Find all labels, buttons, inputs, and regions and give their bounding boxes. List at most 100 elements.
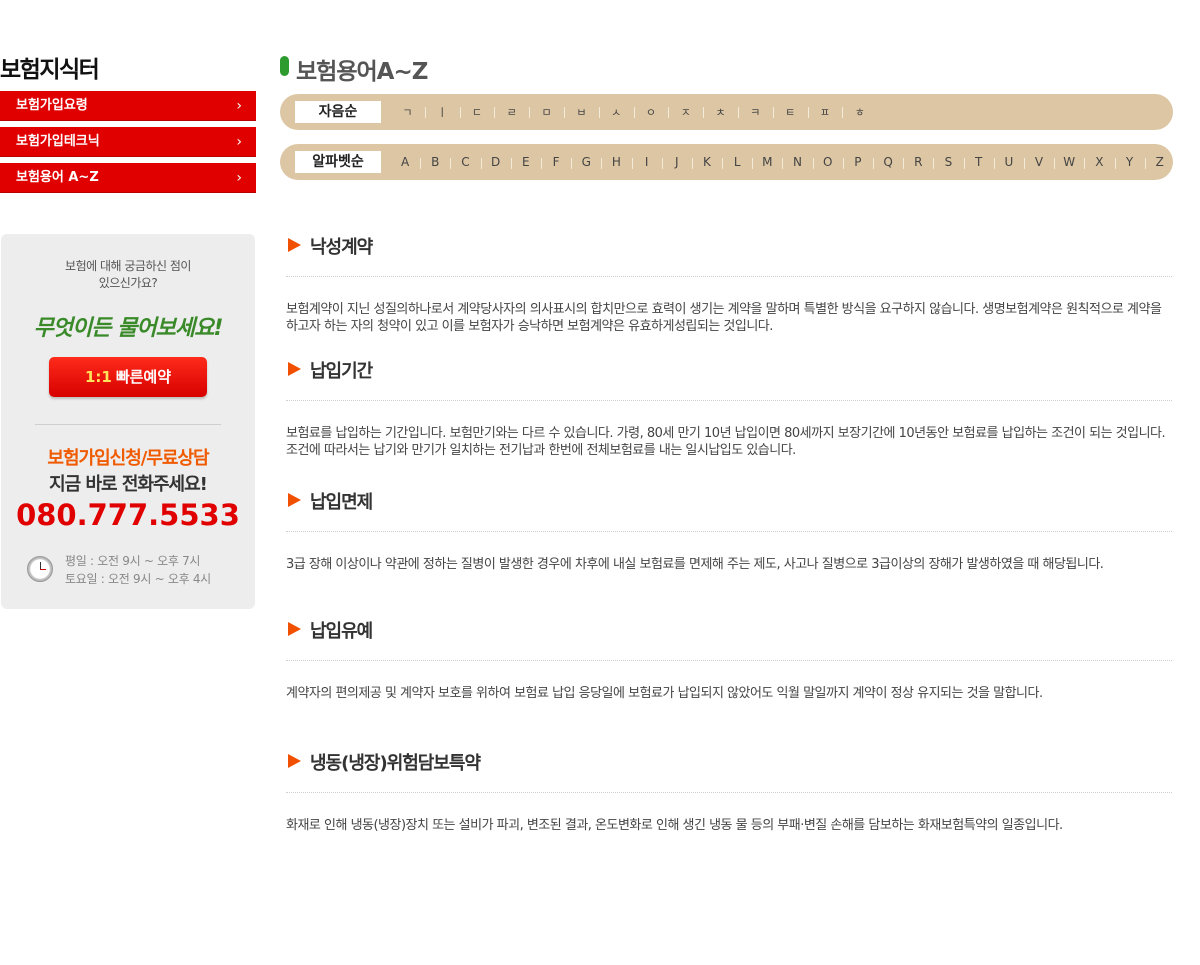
term-description: 계약자의 편의제공 및 계약자 보호를 위하여 보험료 납입 응당일에 보험료가… xyxy=(286,686,1043,701)
alphabet-index-link[interactable]: T xyxy=(963,155,994,169)
quick-reservation-button[interactable]: 1:1 빠른예약 xyxy=(49,357,207,397)
consonant-index-link[interactable]: ㄱ xyxy=(390,104,425,120)
term-description: 보험계약이 지닌 성질의하나로서 계약당사자의 의사표시의 합치만으로 효력이 … xyxy=(286,302,1162,334)
consonant-index-link[interactable]: ㅋ xyxy=(737,104,773,120)
sidebar-menu: 보험가입요령 › 보험가입테크닉 › 보험용어 A~Z › xyxy=(0,91,256,199)
alphabet-index-link[interactable]: K xyxy=(691,155,722,169)
cs-call-text: 지금 바로 전화주세요! xyxy=(49,474,208,495)
consonant-index-link[interactable]: ㅂ xyxy=(563,104,599,120)
alphabet-index-link[interactable]: H xyxy=(601,155,631,169)
term-item: 납입면제 3급 장해 이상이나 약관에 정하는 질병이 발생한 경우에 차후에 … xyxy=(286,486,1172,615)
term-title: 납입기간 xyxy=(310,361,373,382)
consonant-index-link[interactable]: ㅊ xyxy=(703,104,738,120)
title-accent-bar xyxy=(280,56,289,76)
term-heading: 납입기간 xyxy=(286,355,1172,401)
chevron-right-icon: › xyxy=(236,170,242,186)
chevron-right-icon: › xyxy=(236,134,242,150)
alphabet-index-link[interactable]: Y xyxy=(1114,155,1145,169)
alphabet-index-link[interactable]: X xyxy=(1084,155,1114,169)
alphabet-index-link[interactable]: D xyxy=(480,155,511,169)
alphabet-index-link[interactable]: W xyxy=(1054,155,1084,169)
term-description: 3급 장해 이상이나 약관에 정하는 질병이 발생한 경우에 차후에 내실 보험… xyxy=(286,557,1104,572)
term-description: 화재로 인해 냉동(냉장)장치 또는 설비가 파괴, 변조된 결과, 온도변화로… xyxy=(286,818,1063,833)
alphabet-index-link[interactable]: J xyxy=(661,155,692,169)
alphabet-index-link[interactable]: O xyxy=(812,155,843,169)
consonant-index-list: ㄱㅣㄷㄹㅁㅂㅅㅇㅈㅊㅋㅌㅍㅎ xyxy=(390,94,877,130)
alphabet-index-link[interactable]: G xyxy=(571,155,601,169)
consonant-index-link[interactable]: ㅇ xyxy=(633,104,669,120)
clock-icon xyxy=(27,556,53,582)
consonant-index-link[interactable]: ㅌ xyxy=(772,104,808,120)
cs-question-line: 있으신가요? xyxy=(98,276,158,290)
cs-hours-weekday: 평일 : 오전 9시 ~ 오후 7시 xyxy=(65,554,201,568)
sidebar-title: 보험지식터 xyxy=(0,57,100,83)
term-description: 보험료를 납입하는 기간입니다. 보험만기와는 다르 수 있습니다. 가령, 8… xyxy=(286,426,1166,458)
term-list: 낙성계약 보험계약이 지닌 성질의하나로서 계약당사자의 의사표시의 합치만으로… xyxy=(286,231,1172,877)
consonant-index-link[interactable]: ㅍ xyxy=(807,104,843,120)
arrow-right-icon xyxy=(288,238,301,252)
consonant-index-link[interactable]: ㅁ xyxy=(529,104,564,120)
alphabet-index-link[interactable]: S xyxy=(933,155,963,169)
alphabet-index-link[interactable]: U xyxy=(993,155,1024,169)
term-title: 납입면제 xyxy=(310,492,373,513)
alphabet-index-link[interactable]: F xyxy=(540,155,571,169)
alphabet-index-link[interactable]: R xyxy=(903,155,933,169)
term-item: 납입기간 보험료를 납입하는 기간입니다. 보험만기와는 다르 수 있습니다. … xyxy=(286,355,1172,486)
arrow-right-icon xyxy=(288,493,301,507)
alphabet-index-bar: 알파벳순 ABCDEFGHIJKLMNOPQRSTUVWXYZ xyxy=(280,144,1173,180)
term-title: 납입유예 xyxy=(310,621,373,642)
alphabet-index-label: 알파벳순 xyxy=(295,151,381,173)
alphabet-index-link[interactable]: L xyxy=(722,155,752,169)
alphabet-index-link[interactable]: E xyxy=(510,155,541,169)
cs-divider xyxy=(35,424,221,425)
consonant-index-link[interactable]: ㅎ xyxy=(842,104,877,120)
term-item: 냉동(냉장)위험담보특약 화재로 인해 냉동(냉장)장치 또는 설비가 파괴, … xyxy=(286,747,1172,877)
arrow-right-icon xyxy=(288,622,301,636)
alphabet-index-link[interactable]: Q xyxy=(873,155,903,169)
term-item: 납입유예 계약자의 편의제공 및 계약자 보호를 위하여 보험료 납입 응당일에… xyxy=(286,615,1172,747)
term-heading: 냉동(냉장)위험담보특약 xyxy=(286,747,1172,793)
alphabet-index-link[interactable]: C xyxy=(450,155,480,169)
sidebar-item-label: 보험용어 A~Z xyxy=(16,170,99,185)
sidebar-item-insurance-technique[interactable]: 보험가입테크닉 › xyxy=(0,127,256,157)
alphabet-index-link[interactable]: Z xyxy=(1144,155,1175,169)
consonant-index-link[interactable]: ㄷ xyxy=(459,104,495,120)
cs-handwriting-text: 무엇이든 물어보세요! xyxy=(33,316,224,341)
cs-question-line: 보험에 대해 궁금하신 점이 xyxy=(65,259,191,273)
consonant-index-bar: 자음순 ㄱㅣㄷㄹㅁㅂㅅㅇㅈㅊㅋㅌㅍㅎ xyxy=(280,94,1173,130)
alphabet-index-link[interactable]: V xyxy=(1023,155,1054,169)
term-heading: 납입면제 xyxy=(286,486,1172,532)
arrow-right-icon xyxy=(288,754,301,768)
sidebar-item-insurance-guide[interactable]: 보험가입요령 › xyxy=(0,91,256,121)
customer-service-box: 보험에 대해 궁금하신 점이 있으신가요? 무엇이든 물어보세요! 1:1 빠른예… xyxy=(1,234,255,609)
sidebar-item-label: 보험가입테크닉 xyxy=(16,134,100,149)
consonant-index-link[interactable]: ㅣ xyxy=(424,104,460,120)
cs-hours-saturday: 토요일 : 오전 9시 ~ 오후 4시 xyxy=(65,572,211,586)
alphabet-index-link[interactable]: B xyxy=(420,155,450,169)
sidebar-item-label: 보험가입요령 xyxy=(16,98,88,113)
cs-apply-text: 보험가입신청/무료상담 xyxy=(47,448,209,469)
consonant-index-link[interactable]: ㅅ xyxy=(598,104,634,120)
term-title: 냉동(냉장)위험담보특약 xyxy=(310,753,481,774)
term-heading: 납입유예 xyxy=(286,615,1172,661)
term-title: 낙성계약 xyxy=(310,237,373,258)
alphabet-index-link[interactable]: A xyxy=(390,155,420,169)
term-item: 낙성계약 보험계약이 지닌 성질의하나로서 계약당사자의 의사표시의 합치만으로… xyxy=(286,231,1172,355)
alphabet-index-link[interactable]: I xyxy=(631,155,662,169)
chevron-right-icon: › xyxy=(236,98,242,114)
alphabet-index-link[interactable]: N xyxy=(782,155,812,169)
cs-business-hours: 평일 : 오전 9시 ~ 오후 7시 토요일 : 오전 9시 ~ 오후 4시 xyxy=(65,552,211,588)
alphabet-index-list: ABCDEFGHIJKLMNOPQRSTUVWXYZ xyxy=(390,144,1175,180)
consonant-index-link[interactable]: ㅈ xyxy=(668,104,703,120)
consonant-index-link[interactable]: ㄹ xyxy=(494,104,529,120)
consonant-index-label: 자음순 xyxy=(295,101,381,123)
sidebar-item-insurance-terms[interactable]: 보험용어 A~Z › xyxy=(0,163,256,193)
alphabet-index-link[interactable]: M xyxy=(752,155,782,169)
arrow-right-icon xyxy=(288,362,301,376)
term-heading: 낙성계약 xyxy=(286,231,1172,277)
cs-phone-number: 080.777.5533 xyxy=(16,498,240,532)
cs-question: 보험에 대해 궁금하신 점이 있으신가요? xyxy=(1,258,255,292)
alphabet-index-link[interactable]: P xyxy=(842,155,873,169)
quick-reservation-number: 1:1 xyxy=(84,368,112,386)
page-title-text: 보험용어A~Z xyxy=(296,59,428,85)
